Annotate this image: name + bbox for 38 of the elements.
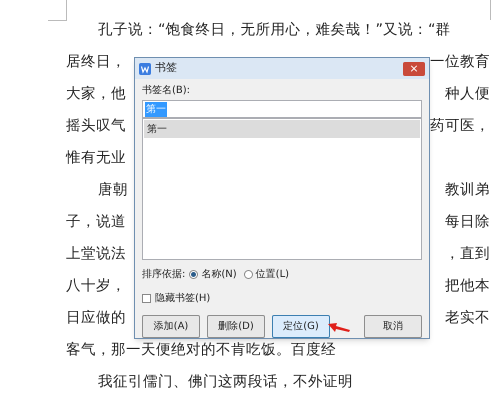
document-text: 客气，那一天便绝对的不肯吃饭。百度经 bbox=[66, 340, 336, 360]
document-text: 我征引儒门、佛门这两段话，不外证明 bbox=[98, 372, 353, 392]
dialog-button[interactable]: 删除(D) bbox=[207, 315, 265, 338]
dialog-button[interactable]: 取消 bbox=[364, 315, 422, 338]
radio-button[interactable] bbox=[189, 270, 198, 279]
sort-option[interactable]: 位置(L) bbox=[244, 267, 290, 282]
sort-option[interactable]: 名称(N) bbox=[189, 267, 237, 282]
document-text: 唐朝 bbox=[98, 180, 128, 200]
document-text: 每日除 bbox=[445, 213, 490, 232]
dialog-button[interactable]: 定位(G) bbox=[272, 315, 330, 338]
close-button[interactable]: × bbox=[403, 62, 425, 76]
document-text: 大家，他 bbox=[66, 84, 126, 104]
selected-text: 第一 bbox=[145, 102, 167, 116]
document-text: 日应做的 bbox=[66, 308, 126, 328]
document-text: 居终日， bbox=[66, 53, 126, 72]
document-text: 种人便 bbox=[445, 85, 490, 104]
sort-label: 排序依据: bbox=[142, 268, 186, 282]
window-title: 书签 bbox=[155, 60, 177, 76]
document-text: ，直到 bbox=[445, 245, 490, 264]
app-icon bbox=[139, 62, 151, 74]
document-text: 药可医， bbox=[430, 117, 490, 136]
bookmark-item[interactable]: 第一 bbox=[144, 120, 420, 138]
document-text: 把他本 bbox=[445, 277, 490, 296]
document-text: 惟有无业 bbox=[66, 149, 126, 168]
document-text: 上堂说法 bbox=[66, 245, 126, 264]
document-text: 孔子说：“饱食终日，无所用心，难矣哉！”又说：“群 bbox=[98, 20, 451, 40]
document-text: 老实不 bbox=[445, 308, 490, 328]
pointer-arrow bbox=[328, 322, 350, 333]
document-text: 一位教育 bbox=[430, 52, 490, 72]
document-text: 八十岁， bbox=[66, 277, 126, 296]
radio-button[interactable] bbox=[244, 270, 253, 279]
field-label: 书签名(B): bbox=[142, 84, 192, 98]
dialog-button[interactable]: 添加(A) bbox=[142, 315, 200, 338]
hide-bookmarks-option[interactable]: 隐藏书签(H) bbox=[142, 291, 422, 306]
checkbox[interactable] bbox=[142, 294, 151, 303]
document-text: 子，说道 bbox=[66, 213, 126, 232]
document-text: 教训弟 bbox=[445, 181, 490, 200]
document-text: 摇头叹气 bbox=[66, 117, 126, 136]
